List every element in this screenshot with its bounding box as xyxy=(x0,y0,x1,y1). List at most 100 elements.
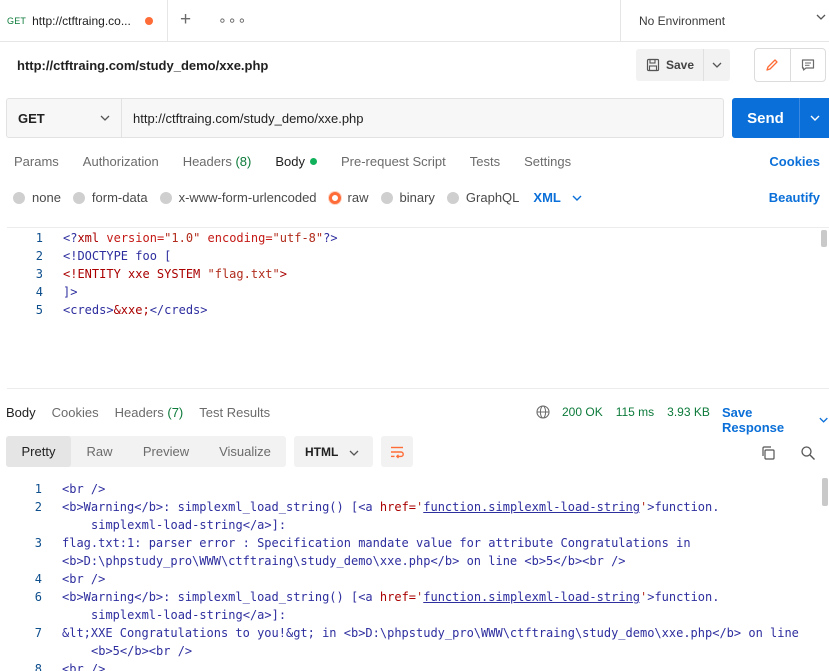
environment-select[interactable]: No Environment xyxy=(620,0,829,42)
send-button-group: Send xyxy=(732,98,829,138)
code-token: <? xyxy=(63,231,78,245)
radio-binary[interactable]: binary xyxy=(380,190,435,205)
radio-raw[interactable]: raw xyxy=(328,190,369,205)
radio-binary-label: binary xyxy=(399,190,435,205)
view-tab-visualize[interactable]: Visualize xyxy=(204,436,286,467)
tab-method-label: GET xyxy=(7,16,27,26)
editor-scrollbar[interactable] xyxy=(821,230,827,247)
tab-headers[interactable]: Headers (8) xyxy=(183,154,252,169)
response-scrollbar[interactable] xyxy=(822,478,828,506)
radio-graphql-label: GraphQL xyxy=(465,190,520,205)
radio-none-label: none xyxy=(32,190,61,205)
response-body-viewer[interactable]: 1 <br /> 2 <b>Warning</b>: simplexml_load_… xyxy=(6,478,829,671)
body-type-selector: none form-data x-www-form-urlencoded raw… xyxy=(13,190,583,205)
send-button[interactable]: Send xyxy=(732,98,799,138)
url-bar: GET http://ctftraing.com/study_demo/xxe.… xyxy=(6,98,724,138)
status-code[interactable]: 200 OK xyxy=(562,405,603,419)
code-token: >function. xyxy=(647,590,720,604)
code-token: xml xyxy=(77,231,100,245)
code-token: "utf-8" xyxy=(272,231,324,245)
send-options-button[interactable] xyxy=(799,98,829,138)
edit-button[interactable] xyxy=(755,49,791,81)
body-indicator-dot-icon xyxy=(309,158,317,165)
search-icon[interactable] xyxy=(800,445,816,461)
response-tab-cookies[interactable]: Cookies xyxy=(52,405,99,420)
tab-prerequest-script[interactable]: Pre-request Script xyxy=(341,154,446,169)
response-tab-headers[interactable]: Headers (7) xyxy=(115,405,184,420)
cookies-link[interactable]: Cookies xyxy=(769,154,820,169)
response-line: 1 <br /> xyxy=(6,480,106,498)
tab-authorization[interactable]: Authorization xyxy=(83,154,159,169)
wrap-lines-icon xyxy=(391,446,404,458)
globe-icon[interactable] xyxy=(536,405,550,419)
tab-tests[interactable]: Tests xyxy=(470,154,500,169)
code-token: </creds> xyxy=(149,303,208,317)
code-token: <br /> xyxy=(62,662,106,671)
copy-icon[interactable] xyxy=(760,445,776,461)
more-tabs-icon[interactable]: ∘∘∘ xyxy=(218,12,247,29)
response-view-tabs: Pretty Raw Preview Visualize xyxy=(6,436,286,467)
code-line: 5 <creds>&xxe;</creds> xyxy=(7,301,208,319)
line-number: 4 xyxy=(35,285,43,299)
url-input[interactable]: http://ctftraing.com/study_demo/xxe.php xyxy=(122,99,364,137)
radio-circle-icon xyxy=(380,191,393,204)
response-time[interactable]: 115 ms xyxy=(616,405,654,419)
request-tabs: Params Authorization Headers (8) Body Pr… xyxy=(14,154,595,169)
tab-body-label: Body xyxy=(275,154,305,169)
tab-params[interactable]: Params xyxy=(14,154,59,169)
radio-form-data[interactable]: form-data xyxy=(72,190,148,205)
save-button-group: Save xyxy=(636,49,730,81)
response-size[interactable]: 3.93 KB xyxy=(667,405,710,419)
tab-bar: GET http://ctftraing.co... + ∘∘∘ No Envi… xyxy=(0,0,829,42)
tab-title: http://ctftraing.co... xyxy=(32,14,131,28)
radio-circle-icon xyxy=(72,191,85,204)
raw-format-value: XML xyxy=(533,190,561,205)
view-tab-preview[interactable]: Preview xyxy=(128,436,204,467)
chevron-down-icon xyxy=(712,62,722,68)
radio-none[interactable]: none xyxy=(13,190,61,205)
tab-settings[interactable]: Settings xyxy=(524,154,571,169)
save-response-button[interactable]: Save Response xyxy=(722,405,829,435)
raw-format-select[interactable]: XML xyxy=(533,190,582,205)
wrap-lines-button[interactable] xyxy=(381,436,413,467)
comments-button[interactable] xyxy=(791,49,826,81)
tab-headers-label: Headers xyxy=(182,154,232,169)
response-tab-body[interactable]: Body xyxy=(6,405,36,420)
response-format-value: HTML xyxy=(305,444,339,459)
view-tab-pretty[interactable]: Pretty xyxy=(6,436,71,467)
response-link[interactable]: function.simplexml-load-string xyxy=(423,500,640,514)
code-token: flag.txt:1: parser error : Specification… xyxy=(62,536,691,550)
chevron-down-icon xyxy=(349,450,359,456)
radio-selected-icon xyxy=(328,191,341,204)
beautify-link[interactable]: Beautify xyxy=(769,190,820,205)
comment-icon xyxy=(801,59,814,71)
response-link[interactable]: function.simplexml-load-string xyxy=(423,590,640,604)
view-tab-raw[interactable]: Raw xyxy=(71,436,128,467)
line-number: 1 xyxy=(35,231,43,245)
request-title[interactable]: http://ctftraing.com/study_demo/xxe.php xyxy=(17,58,268,73)
code-token: version= xyxy=(99,231,165,245)
chevron-down-icon xyxy=(100,115,110,121)
response-tab-test-results[interactable]: Test Results xyxy=(199,405,270,420)
response-format-select[interactable]: HTML xyxy=(294,436,373,467)
radio-graphql[interactable]: GraphQL xyxy=(446,190,520,205)
line-number: 4 xyxy=(34,572,42,586)
request-body-editor[interactable]: 1 <?xml version="1.0" encoding="utf-8"?> … xyxy=(7,227,829,389)
code-token: href= xyxy=(379,590,417,604)
tab-body[interactable]: Body xyxy=(275,154,317,169)
code-token: <!ENTITY xxe SYSTEM xyxy=(63,267,208,281)
chevron-down-icon xyxy=(816,14,826,20)
new-tab-plus-icon[interactable]: + xyxy=(180,10,191,30)
save-options-button[interactable] xyxy=(704,49,730,81)
chevron-down-icon xyxy=(572,195,582,201)
save-button[interactable]: Save xyxy=(636,49,704,81)
response-line: 7 &lt;XXE Congratulations to you!&gt; in … xyxy=(6,624,799,642)
response-line: 2 <b>Warning</b>: simplexml_load_string()… xyxy=(6,498,720,516)
environment-label: No Environment xyxy=(639,14,726,28)
code-line: 1 <?xml version="1.0" encoding="utf-8"?> xyxy=(7,229,338,247)
radio-circle-icon xyxy=(159,191,172,204)
radio-urlencoded[interactable]: x-www-form-urlencoded xyxy=(159,190,317,205)
code-token: >function. xyxy=(647,500,720,514)
method-select[interactable]: GET xyxy=(7,99,122,137)
request-tab[interactable]: GET http://ctftraing.co... xyxy=(0,0,168,42)
